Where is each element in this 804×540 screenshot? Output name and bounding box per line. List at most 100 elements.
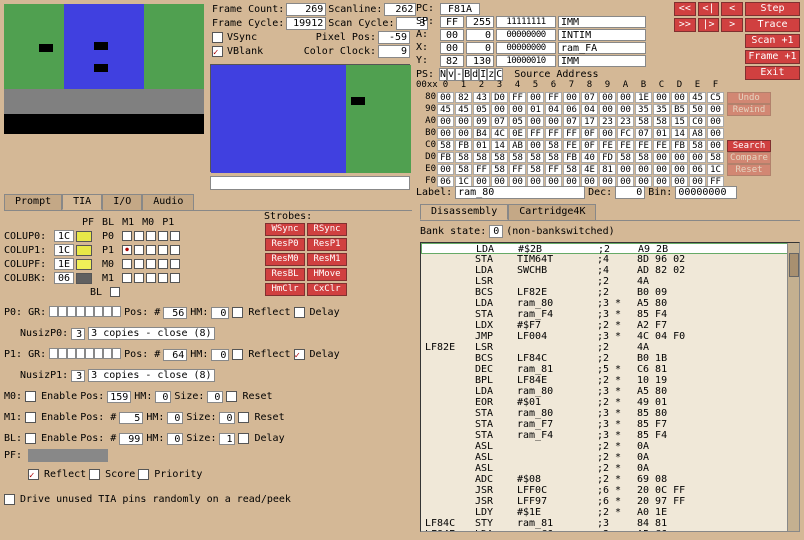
disasm-row[interactable]: ASL;2 *0A bbox=[421, 441, 799, 452]
disasm-row[interactable]: STATIM64T;48D 96 02 bbox=[421, 254, 799, 265]
hex-cell[interactable]: FF bbox=[563, 128, 580, 139]
pf-score-checkbox[interactable] bbox=[89, 469, 100, 480]
m1-hm[interactable]: 0 bbox=[167, 412, 183, 424]
hex-cell[interactable]: 09 bbox=[473, 116, 490, 127]
disasm-row[interactable]: STAram_80;3 *85 80 bbox=[421, 408, 799, 419]
disasm-row[interactable]: LDAram_80;3 *A5 80 bbox=[421, 298, 799, 309]
hex-cell[interactable]: 00 bbox=[509, 104, 526, 115]
pc-value[interactable]: F81A bbox=[440, 3, 480, 15]
hex-cell[interactable]: 0F bbox=[581, 128, 598, 139]
hex-cell[interactable]: 00 bbox=[707, 116, 724, 127]
disasm-row[interactable]: LDAram_80;3 *A5 80 bbox=[421, 386, 799, 397]
collision-checkbox[interactable] bbox=[158, 273, 168, 283]
gr-bit[interactable] bbox=[85, 348, 94, 359]
fwd-2-button[interactable]: |> bbox=[698, 18, 720, 32]
step-button[interactable]: Step bbox=[745, 2, 800, 16]
hex-cell[interactable]: 15 bbox=[671, 116, 688, 127]
hex-cell[interactable]: 23 bbox=[599, 116, 616, 127]
gr-bit[interactable] bbox=[103, 348, 112, 359]
hex-cell[interactable]: C0 bbox=[689, 116, 706, 127]
hex-cell[interactable]: 58 bbox=[545, 140, 562, 151]
hex-cell[interactable]: 58 bbox=[635, 116, 652, 127]
p1-reflect-checkbox[interactable] bbox=[232, 349, 243, 360]
gr-bit[interactable] bbox=[49, 348, 58, 359]
p1-delay-checkbox[interactable] bbox=[294, 349, 305, 360]
m1-reset-checkbox[interactable] bbox=[238, 412, 249, 423]
disasm-row[interactable]: BPLLF84E;2 *10 19 bbox=[421, 375, 799, 386]
disasm-row[interactable]: ADC#$08;2 *69 08 bbox=[421, 474, 799, 485]
hex-cell[interactable]: 00 bbox=[617, 92, 634, 103]
hex-cell[interactable]: 01 bbox=[527, 104, 544, 115]
collision-checkbox[interactable] bbox=[110, 287, 120, 297]
disasm-row[interactable]: DECram_81;5 *C6 81 bbox=[421, 364, 799, 375]
collision-checkbox[interactable] bbox=[134, 245, 144, 255]
hex-cell[interactable]: AB bbox=[509, 140, 526, 151]
hex-cell[interactable]: FC bbox=[617, 128, 634, 139]
p0-hm-input[interactable]: 0 bbox=[211, 307, 229, 319]
play-button[interactable]: > bbox=[721, 18, 743, 32]
collision-checkbox[interactable] bbox=[158, 231, 168, 241]
gr-bit[interactable] bbox=[85, 306, 94, 317]
hex-cell[interactable]: 58 bbox=[455, 152, 472, 163]
hex-cell[interactable]: C5 bbox=[707, 92, 724, 103]
drive-pins-checkbox[interactable] bbox=[4, 494, 15, 505]
gr-bit[interactable] bbox=[67, 306, 76, 317]
hex-cell[interactable]: 00 bbox=[455, 128, 472, 139]
hex-cell[interactable]: 81 bbox=[599, 164, 616, 175]
hex-cell[interactable]: FF bbox=[545, 164, 562, 175]
collision-checkbox[interactable] bbox=[134, 259, 144, 269]
x-hex[interactable]: 00 bbox=[440, 42, 464, 54]
nusiz0-select[interactable]: 3 copies - close (8) bbox=[88, 327, 214, 340]
hex-cell[interactable]: 4C bbox=[491, 128, 508, 139]
hex-cell[interactable]: 23 bbox=[617, 116, 634, 127]
gr-bit[interactable] bbox=[94, 306, 103, 317]
hex-cell[interactable]: 43 bbox=[473, 92, 490, 103]
p0-pos-input[interactable]: 56 bbox=[163, 307, 187, 319]
collision-checkbox[interactable] bbox=[146, 231, 156, 241]
hex-cell[interactable]: FB bbox=[437, 152, 454, 163]
gr-bit[interactable] bbox=[58, 306, 67, 317]
hex-cell[interactable]: 00 bbox=[545, 116, 562, 127]
hex-cell[interactable]: 58 bbox=[437, 140, 454, 151]
color-val-1[interactable]: 1C bbox=[54, 244, 74, 256]
reset-button[interactable]: Reset bbox=[727, 164, 771, 176]
disasm-row[interactable]: ASL;2 *0A bbox=[421, 452, 799, 463]
disasm-row[interactable]: STAram_F4;3 *85 F4 bbox=[421, 430, 799, 441]
p0-delay-checkbox[interactable] bbox=[294, 307, 305, 318]
hex-cell[interactable]: 14 bbox=[671, 128, 688, 139]
hex-cell[interactable]: 58 bbox=[635, 152, 652, 163]
label-input[interactable]: ram_80 bbox=[455, 186, 585, 199]
hex-cell[interactable]: 05 bbox=[509, 116, 526, 127]
hex-cell[interactable]: 00 bbox=[599, 128, 616, 139]
hex-cell[interactable]: 58 bbox=[491, 164, 508, 175]
collision-checkbox[interactable] bbox=[146, 259, 156, 269]
hex-cell[interactable]: 45 bbox=[455, 104, 472, 115]
collision-checkbox[interactable] bbox=[122, 259, 132, 269]
strobe-resm0[interactable]: ResM0 bbox=[265, 253, 305, 266]
hex-cell[interactable]: 00 bbox=[527, 140, 544, 151]
vsync-checkbox[interactable] bbox=[212, 32, 223, 43]
pf-bit[interactable] bbox=[106, 449, 108, 462]
hex-cell[interactable]: 00 bbox=[707, 128, 724, 139]
hex-cell[interactable]: 58 bbox=[455, 164, 472, 175]
trace-button[interactable]: Trace bbox=[745, 18, 800, 32]
collision-checkbox[interactable] bbox=[134, 231, 144, 241]
strobe-rsync[interactable]: RSync bbox=[307, 223, 347, 236]
pf-reflect-checkbox[interactable] bbox=[28, 469, 39, 480]
hex-cell[interactable]: 00 bbox=[653, 152, 670, 163]
nusiz0-val[interactable]: 3 bbox=[71, 328, 85, 340]
hex-cell[interactable]: 04 bbox=[581, 104, 598, 115]
gr-bit[interactable] bbox=[112, 348, 121, 359]
scan-button[interactable]: Scan +1 bbox=[745, 34, 800, 48]
fwd-1-button[interactable]: >> bbox=[674, 18, 696, 32]
collision-checkbox[interactable] bbox=[122, 245, 132, 255]
hex-cell[interactable]: 00 bbox=[617, 104, 634, 115]
p1-hm-input[interactable]: 0 bbox=[211, 349, 229, 361]
hex-cell[interactable]: 4E bbox=[581, 164, 598, 175]
gr-bit[interactable] bbox=[76, 348, 85, 359]
tab-cartridge4k[interactable]: Cartridge4K bbox=[508, 204, 596, 220]
bl-delay-checkbox[interactable] bbox=[238, 433, 249, 444]
hex-cell[interactable]: 58 bbox=[617, 152, 634, 163]
tab-tia[interactable]: TIA bbox=[62, 194, 102, 210]
m0-size[interactable]: 0 bbox=[207, 391, 223, 403]
